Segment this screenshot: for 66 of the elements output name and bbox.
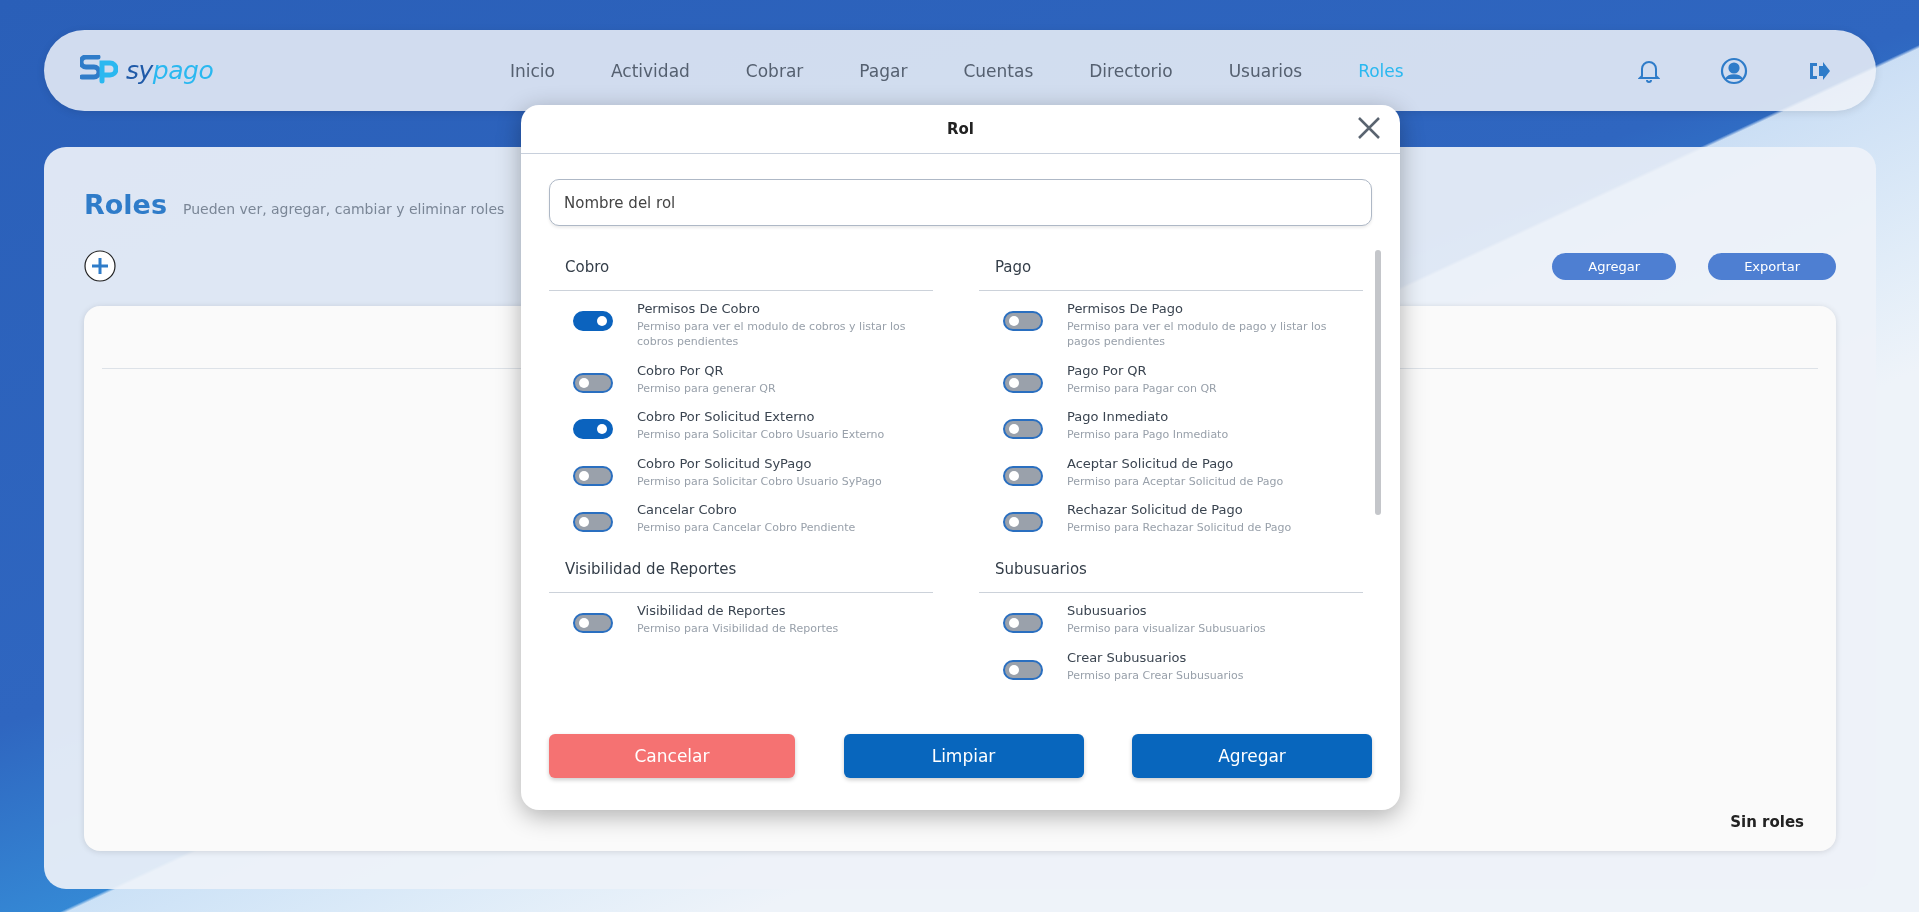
permission-name: Pago Inmediato <box>1067 409 1170 425</box>
permission-description: Permiso para ver el modulo de cobros y listar los cobros pendientes <box>637 319 907 350</box>
add-icon[interactable] <box>84 250 116 282</box>
permission-name: Cancelar Cobro <box>637 501 738 517</box>
nav-link[interactable]: Cuentas <box>963 60 1034 81</box>
dialog-button[interactable]: Limpiar <box>843 734 1084 778</box>
permission-name: Rechazar Solicitud de Pago <box>1067 501 1244 517</box>
permission-toggle[interactable] <box>1003 511 1043 532</box>
dialog-button[interactable]: Agregar <box>1132 734 1372 778</box>
section-title: Visibilidad de Reportes <box>549 552 933 594</box>
toolbar-button[interactable]: Agregar <box>1552 252 1677 280</box>
toolbar-button[interactable]: Exportar <box>1708 252 1836 280</box>
permission-toggle[interactable] <box>573 311 613 331</box>
permission-description: Permiso para Rechazar Solicitud de Pago <box>1067 519 1292 536</box>
permission-name: Subusuarios <box>1067 603 1148 619</box>
permission-toggle[interactable] <box>1003 372 1043 393</box>
permission-toggle[interactable] <box>573 511 613 532</box>
section-title: Cobro <box>549 250 933 291</box>
permission-description: Permiso para Solicitar Cobro Usuario SyPago <box>637 473 882 489</box>
permission-name: Cobro Por Solicitud SyPago <box>637 455 813 471</box>
nav-link[interactable]: Inicio <box>510 60 555 81</box>
permission-description: Permiso para Visibilidad de Reportes <box>637 621 839 637</box>
permission-toggle[interactable] <box>573 372 613 393</box>
close-button[interactable] <box>1356 115 1382 141</box>
permission-name: Aceptar Solicitud de Pago <box>1067 455 1235 471</box>
permission-name: Permisos De Pago <box>1067 301 1184 316</box>
role-name-field[interactable]: Nombre del rol <box>549 179 1372 226</box>
brand-name: sypago <box>126 56 214 85</box>
permission-name: Permisos De Cobro <box>637 301 761 316</box>
permission-description: Permiso para Solicitar Cobro Usuario Externo <box>637 427 885 443</box>
permission-description: Permiso para generar QR <box>637 380 776 397</box>
nav-link[interactable]: Pagar <box>859 60 908 81</box>
permission-description: Permiso para ver el modulo de pago y listar los pagos pendientes <box>1067 319 1328 350</box>
empty-message: Sin roles <box>1730 813 1805 831</box>
permission-description: Permiso para Crear Subusuarios <box>1067 667 1244 684</box>
permission-toggle[interactable] <box>1003 465 1043 486</box>
permission-name: Crear Subusuarios <box>1067 649 1188 665</box>
nav-link[interactable]: Usuarios <box>1228 60 1303 81</box>
page-subtitle: Pueden ver, agregar, cambiar y eliminar roles <box>183 201 505 217</box>
permission-name: Visibilidad de Reportes <box>637 603 787 619</box>
permission-toggle[interactable] <box>573 465 613 486</box>
permission-name: Pago Por QR <box>1067 362 1148 378</box>
permission-description: Permiso para Cancelar Cobro Pendiente <box>637 519 856 536</box>
permission-name: Cobro Por Solicitud Externo <box>637 409 816 425</box>
permission-description: Permiso para Pagar con QR <box>1067 380 1217 397</box>
user-icon[interactable] <box>1720 56 1748 85</box>
permission-toggle[interactable] <box>1003 613 1043 634</box>
permission-toggle[interactable] <box>573 419 613 440</box>
section-title: Subusuarios <box>979 552 1363 594</box>
permission-toggle[interactable] <box>573 613 613 634</box>
permission-description: Permiso para visualizar Subusuarios <box>1067 621 1266 637</box>
permission-name: Cobro Por QR <box>637 362 725 378</box>
bell-icon[interactable] <box>1638 58 1660 83</box>
section-title: Pago <box>979 250 1363 291</box>
page-title: Roles <box>84 189 167 220</box>
permission-toggle[interactable] <box>1003 311 1043 331</box>
dialog-title: Rol <box>947 120 974 138</box>
permission-description: Permiso para Pago Inmediato <box>1067 427 1229 443</box>
nav-link[interactable]: Directorio <box>1089 60 1173 81</box>
nav-link[interactable]: Actividad <box>611 60 690 81</box>
nav-link[interactable]: Cobrar <box>745 60 804 81</box>
scrollbar-thumb[interactable] <box>1375 250 1381 515</box>
permission-description: Permiso para Aceptar Solicitud de Pago <box>1067 473 1284 489</box>
permission-toggle[interactable] <box>1003 659 1043 680</box>
permission-toggle[interactable] <box>1003 419 1043 440</box>
dialog-button[interactable]: Cancelar <box>549 734 795 778</box>
